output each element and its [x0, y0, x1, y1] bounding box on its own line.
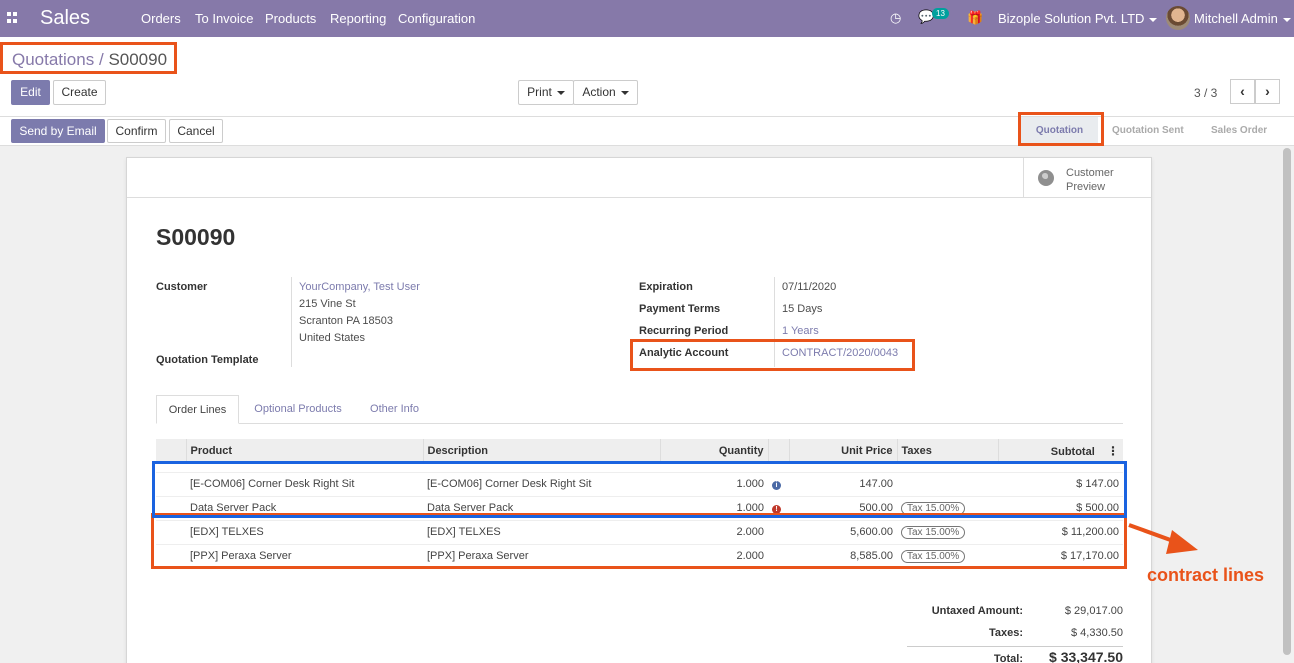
column-description[interactable]: Description — [422, 439, 660, 462]
untaxed-amount-label: Untaxed Amount: — [931, 605, 1023, 617]
customer-label: Customer — [156, 281, 208, 293]
customer-link[interactable]: YourCompany, Test User — [299, 281, 420, 293]
confirm-button[interactable]: Confirm — [107, 119, 166, 143]
send-by-email-button[interactable]: Send by Email — [11, 119, 105, 143]
form-sheet: Customer Preview S00090 Customer YourComp… — [126, 157, 1152, 663]
field-divider — [291, 277, 292, 367]
top-navbar: Sales Orders To Invoice Products Reporti… — [0, 0, 1294, 37]
vertical-scrollbar[interactable] — [1280, 146, 1294, 663]
app-title[interactable]: Sales — [40, 7, 90, 30]
scrollbar-thumb[interactable] — [1283, 148, 1291, 655]
action-dropdown[interactable]: Action — [573, 80, 638, 105]
company-name: Bizople Solution Pvt. LTD — [998, 11, 1145, 26]
stage-highlight-box — [1018, 112, 1104, 146]
cancel-button[interactable]: Cancel — [169, 119, 223, 143]
contract-lines-highlight-box — [151, 513, 1127, 569]
nav-orders[interactable]: Orders — [141, 11, 181, 26]
action-label: Action — [582, 85, 616, 99]
activity-clock-icon[interactable]: ◷ — [890, 10, 901, 26]
stage-quotation-sent[interactable]: Quotation Sent — [1112, 117, 1184, 145]
caret-down-icon — [620, 90, 629, 95]
subtotal-header-label: Subtotal — [1050, 445, 1095, 458]
column-options-icon[interactable]: ⋮ — [1107, 444, 1119, 458]
column-taxes[interactable]: Taxes — [896, 439, 998, 462]
quotation-template-label: Quotation Template — [156, 354, 259, 366]
column-unit-price[interactable]: Unit Price — [788, 439, 897, 462]
untaxed-amount-value: $ 29,017.00 — [1064, 605, 1123, 617]
gift-icon[interactable]: 🎁 — [967, 10, 983, 26]
caret-down-icon — [1282, 17, 1291, 22]
edit-button[interactable]: Edit — [11, 80, 50, 105]
column-subtotal[interactable]: Subtotal ⋮ — [997, 439, 1123, 462]
blue-lines-highlight-box — [152, 461, 1127, 518]
address-line-2: Scranton PA 18503 — [299, 315, 393, 327]
payment-terms-value: 15 Days — [782, 303, 823, 315]
taxes-value: $ 4,330.50 — [1071, 627, 1123, 639]
payment-terms-label: Payment Terms — [639, 303, 721, 315]
info-column-header — [767, 439, 789, 462]
nav-to-invoice[interactable]: To Invoice — [195, 11, 254, 26]
total-value: $ 33,347.50 — [1049, 649, 1123, 663]
annotation-arrow-icon — [1128, 523, 1198, 554]
total-label: Total: — [993, 653, 1023, 663]
record-title: S00090 — [156, 224, 236, 250]
address-line-3: United States — [299, 332, 366, 344]
table-header-row: Product Description Quantity Unit Price … — [156, 439, 1123, 462]
address-line-1: 215 Vine St — [299, 298, 356, 310]
caret-down-icon — [556, 90, 565, 95]
column-product[interactable]: Product — [185, 439, 423, 462]
messages-count-badge: 13 — [932, 8, 949, 19]
print-label: Print — [527, 85, 552, 99]
pager-value: 3 / 3 — [1194, 86, 1218, 100]
notebook-tabs: Order Lines Optional Products Other Info — [156, 395, 1123, 424]
recurring-period-label: Recurring Period — [639, 325, 729, 337]
user-name: Mitchell Admin — [1194, 11, 1278, 26]
handle-column-header — [156, 439, 186, 462]
caret-down-icon — [1149, 17, 1158, 22]
nav-products[interactable]: Products — [265, 11, 316, 26]
stage-sales-order[interactable]: Sales Order — [1211, 117, 1267, 145]
apps-menu-icon[interactable] — [7, 12, 18, 23]
pager-next-button[interactable]: › — [1255, 79, 1280, 104]
breadcrumb-highlight-box — [0, 42, 177, 74]
nav-reporting[interactable]: Reporting — [330, 11, 386, 26]
nav-configuration[interactable]: Configuration — [398, 11, 475, 26]
column-quantity[interactable]: Quantity — [659, 439, 768, 462]
user-avatar[interactable] — [1166, 6, 1190, 30]
taxes-label: Taxes: — [988, 627, 1023, 639]
annotation-label: contract lines — [1147, 565, 1265, 585]
create-button[interactable]: Create — [53, 80, 106, 105]
expiration-label: Expiration — [639, 281, 693, 293]
analytic-highlight-box — [630, 339, 915, 371]
tab-other-info[interactable]: Other Info — [357, 395, 432, 424]
customer-preview-button[interactable]: Customer Preview — [1023, 158, 1151, 198]
user-menu[interactable]: Mitchell Admin — [1194, 11, 1291, 26]
totals-divider — [907, 646, 1123, 647]
button-box: Customer Preview — [127, 158, 1151, 198]
pager-previous-button[interactable]: ‹ — [1230, 79, 1255, 104]
tab-order-lines[interactable]: Order Lines — [156, 395, 239, 424]
globe-icon — [1038, 170, 1054, 186]
control-panel: Quotations / S00090 Edit Create Print Ac… — [0, 37, 1294, 117]
recurring-period-link[interactable]: 1 Years — [782, 325, 819, 337]
tab-optional-products[interactable]: Optional Products — [244, 395, 352, 424]
expiration-value: 07/11/2020 — [782, 281, 837, 293]
company-switcher[interactable]: Bizople Solution Pvt. LTD — [998, 11, 1158, 26]
print-dropdown[interactable]: Print — [518, 80, 574, 105]
customer-preview-label: Customer Preview — [1066, 167, 1114, 193]
